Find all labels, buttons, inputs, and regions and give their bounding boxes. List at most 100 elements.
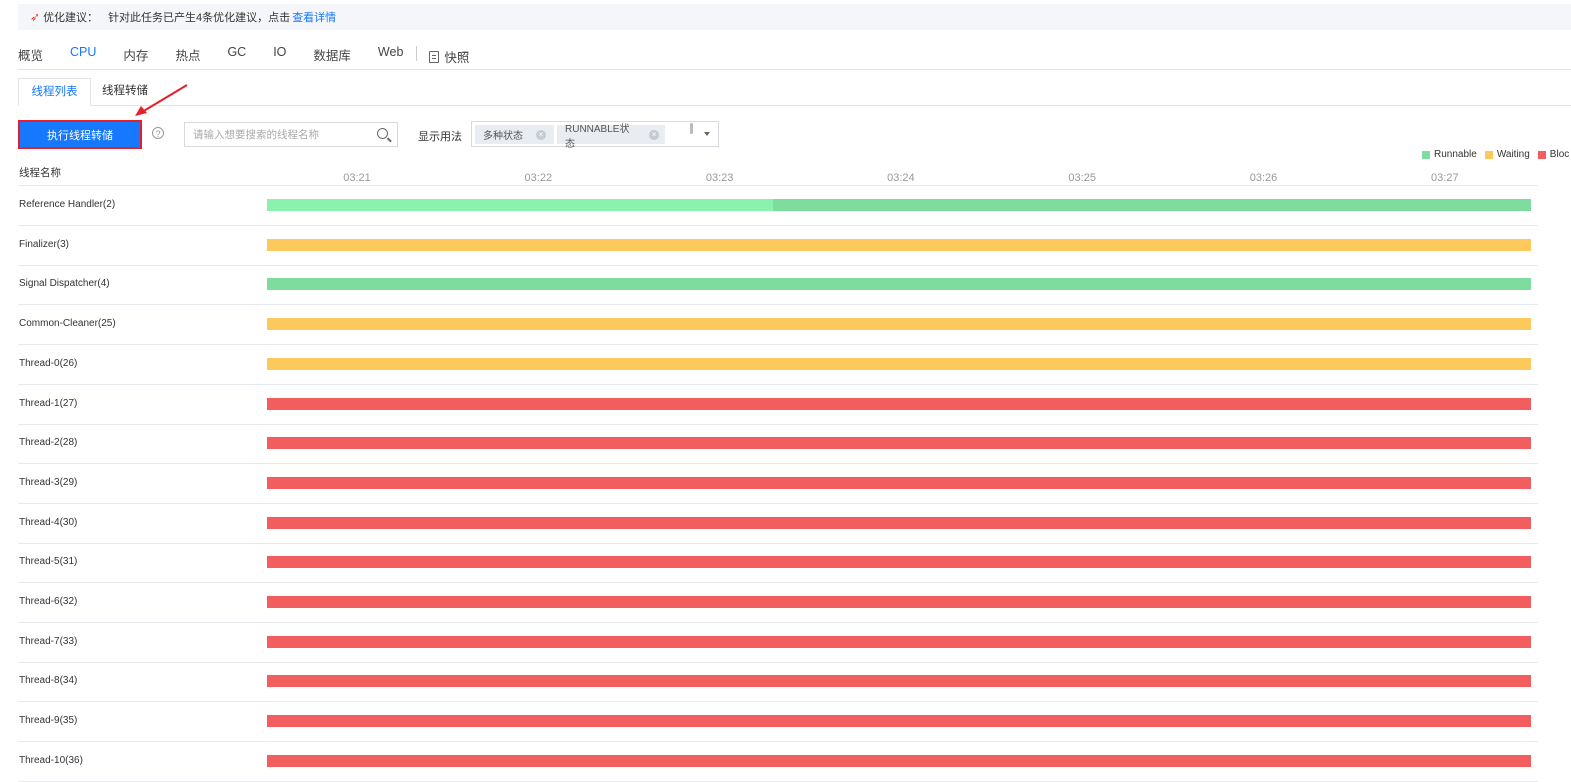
legend-swatch bbox=[1422, 150, 1430, 159]
thread-state-bar-waiting[interactable] bbox=[267, 318, 1531, 331]
select-scrollbar[interactable] bbox=[690, 123, 693, 134]
thread-search-input[interactable] bbox=[185, 123, 381, 146]
thread-state-bar-blocked[interactable] bbox=[267, 556, 1531, 569]
thread-state-bar-blocked[interactable] bbox=[267, 397, 1531, 410]
view-details-link[interactable]: 查看详情 bbox=[292, 9, 336, 25]
thread-name: Reference Handler(2) bbox=[19, 199, 116, 210]
thread-state-bar-runnable[interactable] bbox=[267, 199, 773, 211]
time-tick-label: 03:26 bbox=[1249, 172, 1278, 184]
execute-thread-dump-button[interactable]: 执行线程转储 bbox=[18, 120, 142, 149]
legend-item-waiting[interactable]: Waiting bbox=[1484, 149, 1530, 160]
time-tick-label: 03:24 bbox=[887, 172, 915, 184]
thread-state-bar-waiting[interactable] bbox=[267, 238, 1531, 251]
thread-name: Thread-1(27) bbox=[19, 397, 78, 409]
thread-state-bar-blocked[interactable] bbox=[267, 516, 1531, 529]
thread-state-bar-blocked[interactable] bbox=[267, 596, 1531, 608]
row-divider bbox=[18, 661, 1538, 663]
thread-name: Thread-4(30) bbox=[19, 516, 78, 528]
time-tick-label: 03:25 bbox=[1068, 172, 1096, 184]
thread-state-bar-runnable[interactable] bbox=[267, 278, 1531, 291]
subtab-thread-list[interactable]: 线程列表 bbox=[18, 78, 91, 106]
thread-name: Thread-0(26) bbox=[19, 357, 78, 369]
legend-label: Runnable bbox=[1434, 149, 1477, 160]
tab-web[interactable]: Web bbox=[378, 36, 403, 68]
legend-item-runnable[interactable]: Runnable bbox=[1422, 149, 1477, 160]
time-tick-label: 03:23 bbox=[705, 172, 734, 184]
thread-state-bar-blocked[interactable] bbox=[267, 437, 1531, 450]
thread-search-box bbox=[184, 122, 398, 147]
thread-state-bar-blocked[interactable] bbox=[267, 635, 1531, 648]
row-divider bbox=[18, 225, 1538, 226]
thread-name: Thread-10(36) bbox=[19, 754, 83, 766]
tab-database[interactable]: 数据库 bbox=[313, 36, 351, 68]
row-divider bbox=[18, 542, 1538, 544]
thread-name: Thread-8(34) bbox=[19, 675, 78, 687]
main-tabs: 概览 CPU 内存 热点 GC IO 数据库 Web 快照 bbox=[18, 36, 1571, 70]
thread-state-bar-blocked[interactable] bbox=[267, 675, 1531, 688]
optimization-notice: ➶ 优化建议： 针对此任务已产生4条优化建议，点击 查看详情 bbox=[18, 4, 1571, 30]
thread-state-bar-blocked[interactable] bbox=[267, 754, 1531, 767]
row-divider bbox=[18, 264, 1538, 266]
state-filter-select[interactable]: 多种状态 × RUNNABLE状态 × bbox=[471, 121, 719, 150]
filter-chip-runnable: RUNNABLE状态 × bbox=[557, 124, 665, 150]
thread-name: Thread-2(28) bbox=[19, 437, 78, 449]
tab-io[interactable]: IO bbox=[273, 36, 286, 68]
tab-cpu[interactable]: CPU bbox=[70, 36, 96, 68]
chevron-down-icon[interactable] bbox=[704, 132, 710, 136]
thread-state-bar-runnable[interactable] bbox=[772, 199, 1531, 211]
notice-title: 优化建议： bbox=[43, 12, 99, 24]
help-icon[interactable]: ? bbox=[152, 127, 164, 139]
filter-chip-label: RUNNABLE状态 bbox=[565, 123, 630, 150]
time-tick-label: 03:21 bbox=[343, 172, 371, 184]
row-divider bbox=[18, 423, 1538, 425]
thread-name: Common-Cleaner(25) bbox=[19, 318, 116, 330]
tab-snapshot[interactable]: 快照 bbox=[429, 36, 469, 68]
row-divider bbox=[18, 741, 1538, 743]
sub-tabs: 线程列表 线程转储 bbox=[18, 78, 1571, 106]
tab-hotspot[interactable]: 热点 bbox=[175, 36, 200, 68]
legend-label: Bloc bbox=[1549, 149, 1570, 160]
thread-name-column-header: 线程名称 bbox=[19, 167, 61, 179]
annotation-arrow-icon bbox=[135, 84, 188, 116]
legend-label: Waiting bbox=[1496, 149, 1530, 160]
thread-name: Thread-7(33) bbox=[19, 635, 78, 647]
row-divider bbox=[18, 304, 1538, 306]
row-divider bbox=[18, 383, 1538, 385]
header-divider bbox=[18, 185, 1538, 186]
row-divider bbox=[18, 463, 1538, 465]
legend-swatch bbox=[1537, 150, 1546, 159]
row-divider bbox=[18, 502, 1538, 504]
notice-message: 针对此任务已产生4条优化建议，点击 bbox=[108, 12, 291, 24]
thread-name: Thread-9(35) bbox=[19, 715, 78, 727]
thread-name: Finalizer(3) bbox=[19, 238, 70, 250]
tab-snapshot-label: 快照 bbox=[444, 51, 470, 65]
snapshot-icon bbox=[429, 50, 440, 63]
thread-state-bar-blocked[interactable] bbox=[267, 715, 1531, 728]
legend-item-blocked[interactable]: Bloc bbox=[1537, 149, 1570, 160]
tab-overview[interactable]: 概览 bbox=[18, 36, 43, 68]
tab-gc[interactable]: GC bbox=[227, 36, 246, 68]
row-divider bbox=[18, 622, 1538, 623]
thread-name: Signal Dispatcher(4) bbox=[19, 278, 110, 290]
row-divider bbox=[18, 344, 1538, 346]
rocket-icon: ➶ bbox=[30, 10, 41, 24]
remove-chip-icon[interactable]: × bbox=[649, 129, 659, 140]
remove-chip-icon[interactable]: × bbox=[536, 129, 546, 140]
search-icon[interactable] bbox=[377, 128, 388, 139]
tab-memory[interactable]: 内存 bbox=[123, 36, 148, 68]
state-legend: Runnable Waiting Bloc bbox=[1422, 149, 1571, 160]
thread-state-bar-blocked[interactable] bbox=[267, 476, 1531, 489]
filter-chip-multiple-states: 多种状态 × bbox=[475, 125, 554, 144]
filter-chip-label: 多种状态 bbox=[483, 131, 523, 142]
thread-name: Thread-5(31) bbox=[19, 556, 78, 568]
thread-name: Thread-3(29) bbox=[19, 476, 78, 488]
thread-state-bar-waiting[interactable] bbox=[267, 357, 1531, 370]
time-tick-label: 03:22 bbox=[524, 172, 553, 184]
row-divider bbox=[18, 582, 1538, 584]
row-divider bbox=[18, 701, 1538, 703]
tab-divider bbox=[416, 46, 418, 61]
display-mode-label: 显示用法 bbox=[418, 131, 462, 143]
thread-name: Thread-6(32) bbox=[19, 596, 78, 607]
legend-swatch bbox=[1484, 150, 1493, 159]
time-tick-label: 03:27 bbox=[1431, 172, 1459, 184]
